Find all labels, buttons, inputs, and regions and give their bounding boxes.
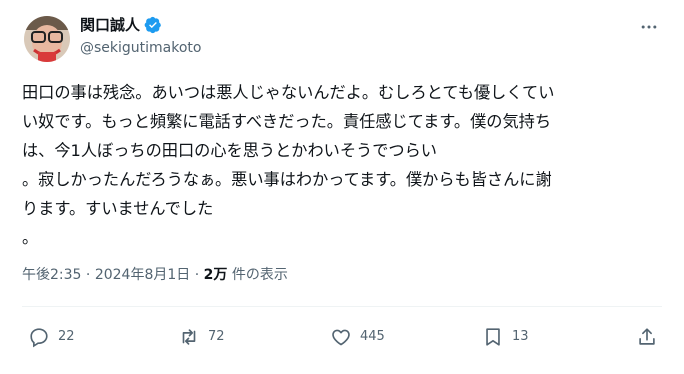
tweet-time[interactable]: 午後2:35 bbox=[22, 267, 81, 283]
retweet-button[interactable]: 72 bbox=[178, 322, 225, 352]
bookmark-count: 13 bbox=[512, 329, 529, 344]
like-count: 445 bbox=[360, 329, 385, 344]
reply-button[interactable]: 22 bbox=[28, 322, 75, 352]
views-label: 件の表示 bbox=[231, 267, 288, 283]
tweet-meta: 午後2:35 · 2024年8月1日 · 2万 件の表示 bbox=[22, 264, 288, 286]
tweet-card: 関口誠人 @sekigutimakoto 田口の事は残念。あいつは悪人じゃないん… bbox=[0, 0, 684, 374]
avatar-image bbox=[24, 16, 70, 62]
meta-separator: · bbox=[194, 267, 204, 283]
action-bar: 22 72 445 13 bbox=[22, 322, 662, 352]
reply-count: 22 bbox=[58, 329, 75, 344]
tweet-text-line: 。寂しかったんだろうなぁ。悪い事はわかってます。僕からも皆さんに謝 bbox=[22, 170, 552, 189]
tweet-text-line: は、今1人ぼっちの田口の心を思うとかわいそうでつらい bbox=[22, 141, 437, 160]
share-button[interactable] bbox=[636, 322, 658, 352]
bookmark-icon bbox=[482, 326, 504, 348]
display-name[interactable]: 関口誠人 bbox=[80, 14, 140, 36]
tweet-date[interactable]: 2024年8月1日 bbox=[95, 267, 190, 283]
retweet-count: 72 bbox=[208, 329, 225, 344]
tweet-text: 田口の事は残念。あいつは悪人じゃないんだよ。むしろとても優しくてい い奴です。も… bbox=[22, 78, 662, 252]
like-icon bbox=[330, 326, 352, 348]
retweet-icon bbox=[178, 326, 200, 348]
share-icon bbox=[636, 326, 658, 348]
meta-separator: · bbox=[85, 267, 95, 283]
bookmark-button[interactable]: 13 bbox=[482, 322, 529, 352]
author-info: 関口誠人 @sekigutimakoto bbox=[80, 14, 202, 59]
views-count: 2万 bbox=[203, 267, 228, 283]
tweet-text-line: 田口の事は残念。あいつは悪人じゃないんだよ。むしろとても優しくてい bbox=[22, 83, 555, 102]
reply-icon bbox=[28, 326, 50, 348]
tweet-text-line: い奴です。もっと頻繁に電話すべきだった。責任感じてます。僕の気持ち bbox=[22, 112, 552, 131]
avatar[interactable] bbox=[24, 16, 70, 62]
verified-badge-icon bbox=[144, 16, 162, 34]
more-options-icon[interactable] bbox=[638, 16, 660, 38]
tweet-text-line: ります。すいませんでした bbox=[22, 199, 214, 218]
handle[interactable]: @sekigutimakoto bbox=[80, 37, 202, 59]
like-button[interactable]: 445 bbox=[330, 322, 385, 352]
tweet-text-line: 。 bbox=[22, 228, 39, 247]
divider bbox=[22, 306, 662, 307]
